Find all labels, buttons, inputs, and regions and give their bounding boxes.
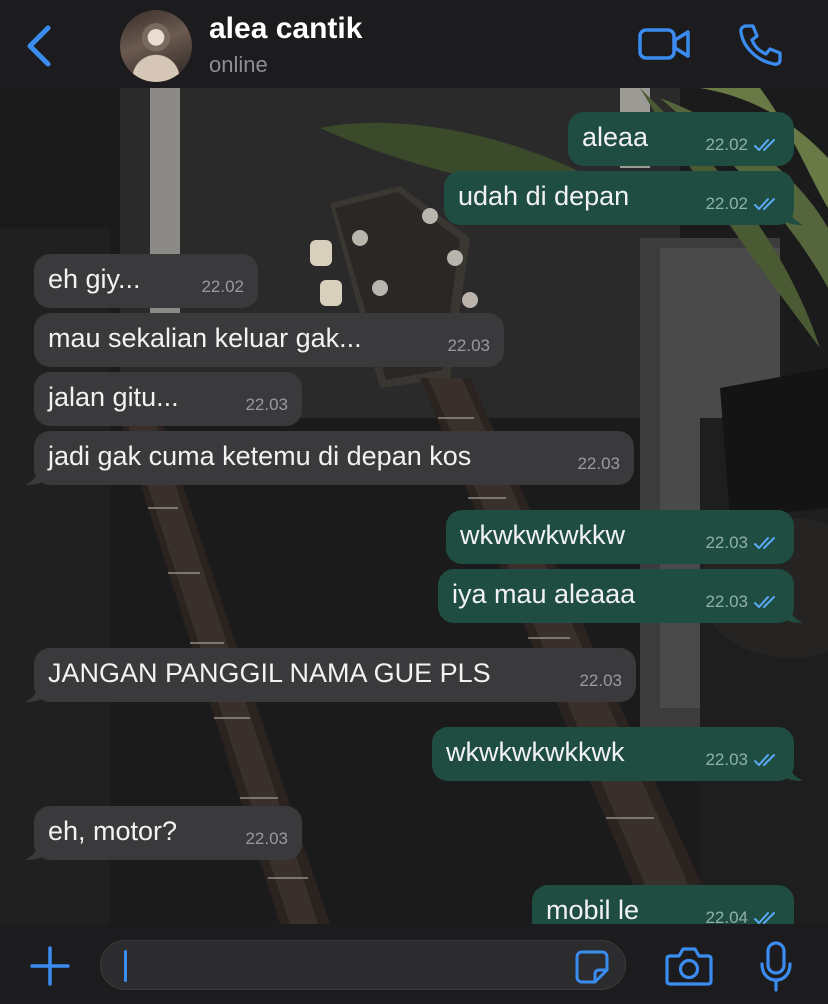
message-meta: 22.02	[705, 135, 780, 155]
message-meta: 22.03	[447, 336, 490, 356]
incoming-message[interactable]: mau sekalian keluar gak... 22.03	[34, 313, 504, 367]
message-meta: 22.03	[245, 395, 288, 415]
message-meta: 22.03	[705, 592, 780, 612]
message-text: aleaa	[582, 121, 649, 152]
message-meta: 22.03	[705, 750, 780, 770]
bubble-tail	[25, 684, 43, 702]
message-time: 22.03	[705, 592, 748, 611]
bubble-tail	[25, 467, 43, 485]
message-time: 22.04	[705, 908, 748, 924]
message-time: 22.03	[447, 336, 490, 355]
message-meta: 22.03	[577, 454, 620, 474]
outgoing-message[interactable]: mobil le 22.04	[532, 885, 794, 924]
outgoing-message[interactable]: wkwkwkwkkw 22.03	[446, 510, 794, 564]
message-text: jadi gak cuma ketemu di depan kos	[48, 440, 472, 471]
message-text: JANGAN PANGGIL NAMA GUE PLS	[48, 657, 491, 688]
message-text: wkwkwkwkkwk	[446, 736, 625, 767]
message-time: 22.03	[245, 395, 288, 414]
text-cursor	[124, 950, 127, 982]
message-meta: 22.04	[705, 908, 780, 924]
read-receipt-icon	[754, 139, 775, 151]
contact-status: online	[209, 52, 268, 77]
video-camera-icon[interactable]	[637, 24, 691, 64]
compose-bar	[0, 924, 828, 1004]
read-receipt-icon	[754, 198, 775, 210]
read-receipt-icon	[754, 596, 775, 608]
chat-area[interactable]: aleaa 22.02 udah di depan 22.02 eh giy... 22.…	[0, 88, 828, 924]
bubble-tail	[785, 763, 803, 781]
message-text: mau sekalian keluar gak...	[48, 322, 362, 353]
outgoing-message[interactable]: aleaa 22.02	[568, 112, 794, 166]
message-meta: 22.02	[201, 277, 244, 297]
incoming-message[interactable]: jadi gak cuma ketemu di depan kos 22.03	[25, 431, 634, 485]
message-time: 22.03	[579, 671, 622, 690]
message-time: 22.03	[577, 454, 620, 473]
outgoing-message[interactable]: iya mau aleaaa 22.03	[438, 569, 803, 623]
avatar[interactable]	[120, 10, 192, 82]
incoming-message[interactable]: eh, motor? 22.03	[25, 806, 302, 860]
plus-icon[interactable]	[28, 944, 72, 988]
message-meta: 22.03	[579, 671, 622, 691]
chat-header: alea cantik online	[0, 0, 828, 88]
message-meta: 22.03	[705, 533, 780, 553]
message-text: wkwkwkwkkw	[460, 519, 625, 550]
message-meta: 22.02	[705, 194, 780, 214]
chevron-left-icon[interactable]	[22, 22, 58, 70]
microphone-icon[interactable]	[758, 940, 794, 994]
message-text: jalan gitu...	[48, 381, 179, 412]
message-input[interactable]	[100, 940, 626, 990]
message-time: 22.02	[705, 194, 748, 213]
message-time: 22.02	[705, 135, 748, 154]
phone-icon[interactable]	[737, 22, 783, 66]
read-receipt-icon	[754, 754, 775, 766]
message-time: 22.03	[705, 750, 748, 769]
contact-name[interactable]: alea cantik	[209, 12, 362, 46]
outgoing-message[interactable]: wkwkwkwkkwk 22.03	[432, 727, 803, 781]
read-receipt-icon	[754, 537, 775, 549]
bubble-tail	[785, 605, 803, 623]
message-text: udah di depan	[458, 180, 630, 211]
camera-icon[interactable]	[664, 944, 714, 988]
bubble-tail	[785, 207, 803, 225]
read-receipt-icon	[754, 912, 775, 924]
message-time: 22.03	[705, 533, 748, 552]
message-time: 22.03	[245, 829, 288, 848]
message-time: 22.02	[201, 277, 244, 296]
message-text: iya mau aleaaa	[452, 578, 636, 609]
sticker-icon[interactable]	[574, 949, 610, 985]
bubble-tail	[25, 842, 43, 860]
incoming-message[interactable]: eh giy... 22.02	[34, 254, 258, 308]
message-meta: 22.03	[245, 829, 288, 849]
outgoing-message[interactable]: udah di depan 22.02	[444, 171, 803, 225]
message-text: mobil le	[546, 894, 640, 925]
message-text: eh, motor?	[48, 815, 178, 846]
message-text: eh giy...	[48, 263, 141, 294]
incoming-message[interactable]: jalan gitu... 22.03	[34, 372, 302, 426]
incoming-message[interactable]: JANGAN PANGGIL NAMA GUE PLS 22.03	[25, 648, 636, 702]
